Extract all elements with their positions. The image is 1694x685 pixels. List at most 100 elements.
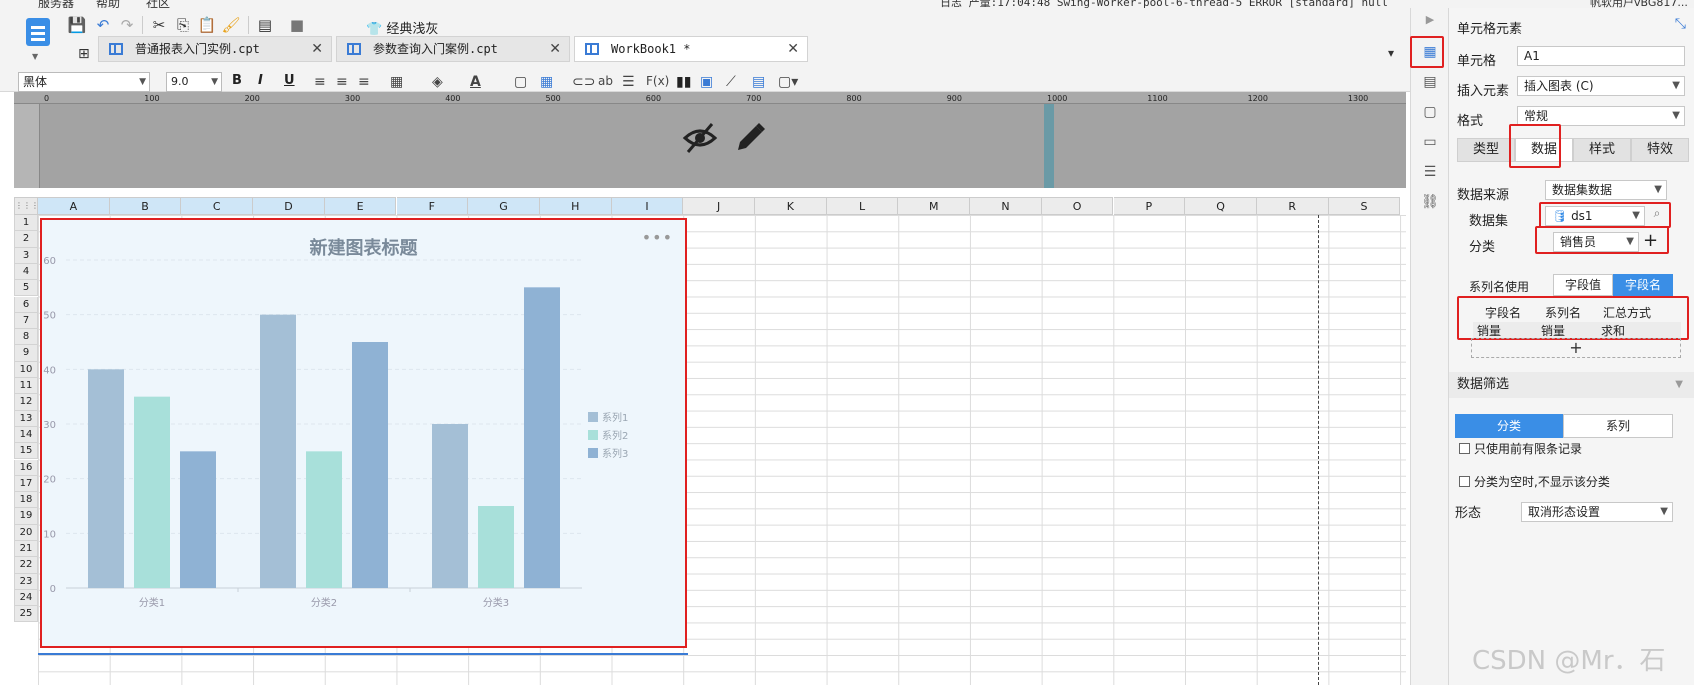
merge-icon[interactable]: ▢ xyxy=(514,74,527,90)
font-size-select[interactable]: 9.0 ▼ xyxy=(166,72,222,92)
column-header[interactable]: G xyxy=(468,197,540,215)
row-header[interactable]: 12 xyxy=(14,394,38,411)
menu-server[interactable]: 服务器 xyxy=(38,0,74,8)
column-header[interactable]: O xyxy=(1041,197,1114,215)
paragraph-icon[interactable]: ☰ xyxy=(622,74,635,90)
font-select[interactable]: 黑体 ▼ xyxy=(18,72,150,92)
save-icon[interactable]: 💾 xyxy=(66,14,88,36)
source-select[interactable]: 数据集数据 ▼ xyxy=(1545,180,1667,200)
limit-records-checkbox[interactable]: 只使用前有限条记录 xyxy=(1459,440,1582,457)
close-icon[interactable]: ✕ xyxy=(311,37,323,61)
pin-icon[interactable]: ⤡ xyxy=(1675,16,1686,32)
row-header[interactable]: 10 xyxy=(14,361,38,378)
format-select[interactable]: 常规 ▼ xyxy=(1517,106,1685,126)
filter-tab-category[interactable]: 分类 xyxy=(1455,414,1563,438)
column-header[interactable]: N xyxy=(970,197,1042,215)
font-color-icon[interactable]: A xyxy=(470,74,481,90)
row-header[interactable]: 21 xyxy=(14,541,38,558)
column-header[interactable]: A xyxy=(38,197,110,215)
column-header[interactable]: P xyxy=(1113,197,1186,215)
tab-basic-report[interactable]: 普通报表入门实例.cpt ✕ xyxy=(98,36,332,62)
cut-icon[interactable]: ✂ xyxy=(148,14,170,36)
close-icon[interactable]: ✕ xyxy=(787,37,799,61)
row-header[interactable]: 20 xyxy=(14,524,38,541)
grid-icon[interactable]: ⊞ xyxy=(78,46,90,62)
row-header[interactable]: 13 xyxy=(14,410,38,427)
row-header[interactable]: 9 xyxy=(14,345,38,362)
filter-section-header[interactable]: 数据筛选 ▼ xyxy=(1449,372,1694,398)
preview-icon[interactable]: ▤ xyxy=(254,14,276,36)
condition-icon[interactable]: ☰ xyxy=(1420,162,1440,182)
fill-color-icon[interactable]: ◈ xyxy=(432,74,443,90)
redo-icon[interactable]: ↷ xyxy=(116,14,138,36)
row-header[interactable]: 7 xyxy=(14,312,38,330)
option-field-name[interactable]: 字段名 xyxy=(1613,274,1673,296)
column-header[interactable]: C xyxy=(181,197,254,215)
text-icon[interactable]: ab xyxy=(598,74,613,88)
cell-input[interactable]: A1 xyxy=(1517,46,1685,66)
column-header[interactable]: R xyxy=(1256,197,1329,215)
eye-hidden-icon[interactable] xyxy=(682,120,718,156)
menu-help[interactable]: 帮助 xyxy=(96,0,120,8)
align-left-icon[interactable]: ≡ xyxy=(314,74,326,90)
table-icon[interactable]: ▦ xyxy=(540,74,553,90)
column-header[interactable]: K xyxy=(755,197,827,215)
border-icon[interactable]: ▦ xyxy=(390,74,403,90)
close-icon[interactable]: ✕ xyxy=(549,37,561,61)
checkbox[interactable] xyxy=(1459,443,1470,454)
pencil-icon[interactable] xyxy=(732,120,766,156)
slash-icon[interactable]: ⟋ xyxy=(726,74,736,90)
row-header[interactable]: 1 xyxy=(14,215,38,232)
tab-param-query[interactable]: 参数查询入门案例.cpt ✕ xyxy=(336,36,570,62)
shape-select[interactable]: 取消形态设置 ▼ xyxy=(1521,502,1673,522)
column-header[interactable]: S xyxy=(1328,197,1401,215)
row-header[interactable]: 24 xyxy=(14,589,38,607)
tab-workbook1[interactable]: WorkBook1 * ✕ xyxy=(574,36,808,62)
row-header[interactable]: 19 xyxy=(14,508,38,525)
tab-style[interactable]: 样式 xyxy=(1573,138,1631,162)
row-header[interactable]: 17 xyxy=(14,475,38,493)
column-header[interactable]: H xyxy=(539,197,612,215)
checkbox[interactable] xyxy=(1459,476,1470,487)
row-header[interactable]: 6 xyxy=(14,296,38,313)
menu-community[interactable]: 社区 xyxy=(146,0,170,8)
format-painter-icon[interactable]: 🖌 xyxy=(220,14,242,36)
row-header[interactable]: 16 xyxy=(14,459,38,476)
row-header[interactable]: 22 xyxy=(14,557,38,574)
hide-empty-category-checkbox[interactable]: 分类为空时,不显示该分类 xyxy=(1459,473,1610,490)
copy-icon[interactable]: ⎘ xyxy=(172,14,194,36)
row-header[interactable]: 18 xyxy=(14,492,38,509)
row-header[interactable]: 25 xyxy=(14,606,38,623)
row-header[interactable]: 2 xyxy=(14,231,38,248)
italic-button[interactable]: I xyxy=(258,73,263,88)
row-header[interactable]: 14 xyxy=(14,426,38,444)
align-center-icon[interactable]: ≡ xyxy=(336,74,348,90)
insert-select[interactable]: 插入图表 (C) ▼ xyxy=(1517,76,1685,96)
new-template-button[interactable]: ▼ xyxy=(22,18,56,61)
link-icon[interactable]: ⊂⊃ xyxy=(572,74,595,90)
widget-icon[interactable]: ▭ xyxy=(1420,132,1440,152)
chart-icon[interactable]: ▮▮ xyxy=(676,74,691,90)
column-header[interactable]: I xyxy=(611,197,684,215)
tab-type[interactable]: 类型 xyxy=(1457,138,1515,162)
row-header[interactable]: 5 xyxy=(14,280,38,297)
row-header[interactable]: 4 xyxy=(14,263,38,281)
row-header[interactable]: 15 xyxy=(14,443,38,460)
column-header[interactable]: L xyxy=(826,197,899,215)
collapse-arrow-icon[interactable]: ▶ xyxy=(1420,10,1440,30)
chart-element[interactable]: 0 10 20 30 40 50 60 分类1 分类2 分类3 系列1 系列2 系列3 新建图表标题 •… xyxy=(40,218,687,648)
more-icon[interactable]: ••• xyxy=(642,228,673,247)
row-header[interactable]: 23 xyxy=(14,573,38,590)
column-header[interactable]: M xyxy=(898,197,971,215)
image-icon[interactable]: ▣ xyxy=(700,74,713,90)
column-header[interactable]: E xyxy=(324,197,397,215)
row-header[interactable]: 8 xyxy=(14,329,38,346)
column-header[interactable]: D xyxy=(253,197,325,215)
undo-icon[interactable]: ↶ xyxy=(92,14,114,36)
paste-icon[interactable]: 📋 xyxy=(196,14,218,36)
row-header[interactable]: 3 xyxy=(14,247,38,264)
grey-block-icon[interactable]: ■ xyxy=(286,14,308,36)
float-element-icon[interactable]: ▢ xyxy=(1420,102,1440,122)
tab-effects[interactable]: 特效 xyxy=(1631,138,1689,162)
row-header[interactable]: 11 xyxy=(14,378,38,395)
